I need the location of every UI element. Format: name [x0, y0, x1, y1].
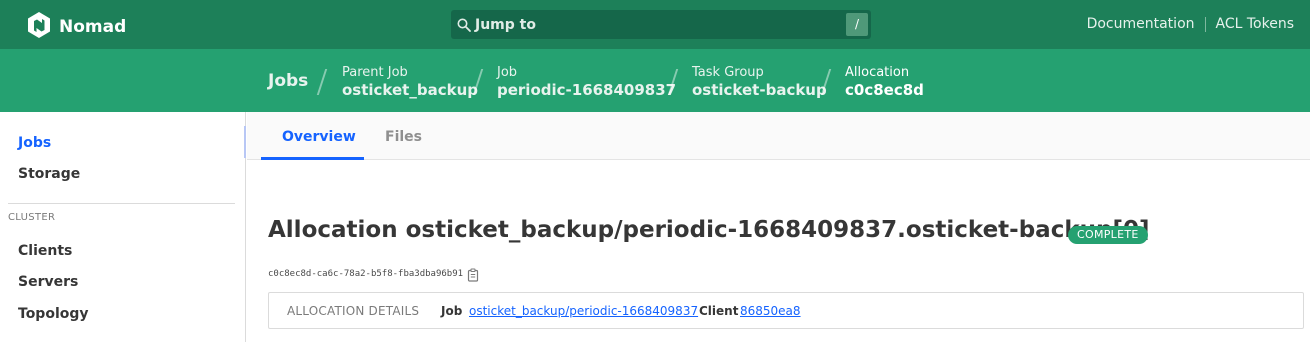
breadcrumb-separator — [821, 69, 831, 95]
breadcrumb: Jobs Parent Job osticket_backup Job peri… — [0, 49, 1310, 112]
active-tab-underline — [261, 157, 364, 160]
tab-bar: Overview Files — [247, 112, 1310, 160]
tab-files[interactable]: Files — [385, 129, 422, 145]
breadcrumb-label: Allocation — [845, 65, 910, 80]
breadcrumb-jobs[interactable]: Jobs — [268, 71, 308, 91]
sidebar-item-servers[interactable]: Servers — [18, 274, 78, 290]
documentation-link[interactable]: Documentation — [1087, 16, 1195, 32]
brand-logo[interactable]: Nomad — [27, 12, 126, 42]
top-links-divider — [1204, 16, 1206, 32]
allocation-details-box: ALLOCATION DETAILS Job osticket_backup/p… — [268, 292, 1304, 329]
top-links: Documentation ACL Tokens — [1087, 16, 1294, 32]
breadcrumb-label: Parent Job — [342, 65, 408, 80]
sidebar-item-clients[interactable]: Clients — [18, 243, 72, 259]
breadcrumb-separator — [473, 69, 483, 95]
breadcrumb-label: Task Group — [692, 65, 764, 80]
page-title: Allocation osticket_backup/periodic-1668… — [268, 217, 1150, 243]
breadcrumb-value: periodic-1668409837 — [497, 81, 677, 99]
breadcrumb-separator — [668, 69, 678, 95]
search-icon — [457, 18, 471, 32]
sidebar-item-storage[interactable]: Storage — [18, 166, 80, 182]
sidebar-heading-cluster: CLUSTER — [8, 212, 56, 223]
top-navbar: Nomad Jump to / Documentation ACL Tokens — [0, 0, 1310, 49]
status-badge: COMPLETE — [1068, 226, 1148, 244]
allocation-id: c0c8ec8d-ca6c-78a2-b5f8-fba3dba96b91 — [268, 269, 464, 279]
nomad-logo-icon — [27, 12, 51, 42]
search-shortcut-key: / — [846, 13, 868, 36]
search-placeholder: Jump to — [475, 16, 536, 33]
breadcrumb-job[interactable]: Job periodic-1668409837 — [497, 65, 676, 100]
breadcrumb-value: osticket-backup — [692, 81, 827, 99]
client-link[interactable]: 86850ea8 — [740, 304, 801, 318]
sidebar-divider — [8, 203, 235, 204]
breadcrumb-allocation[interactable]: Allocation c0c8ec8d — [845, 65, 924, 100]
brand-name: Nomad — [59, 17, 127, 37]
allocation-details-heading: ALLOCATION DETAILS — [287, 304, 420, 318]
sidebar-active-indicator — [244, 126, 246, 158]
sidebar: Jobs Storage CLUSTER Clients Servers Top… — [0, 112, 246, 342]
breadcrumb-value: osticket_backup — [342, 81, 478, 99]
tab-overview[interactable]: Overview — [282, 129, 356, 145]
sidebar-item-jobs[interactable]: Jobs — [18, 135, 51, 151]
client-label: Client — [699, 304, 739, 318]
breadcrumb-separator — [317, 69, 327, 95]
sidebar-item-topology[interactable]: Topology — [18, 306, 89, 322]
job-link[interactable]: osticket_backup/periodic-1668409837 — [469, 304, 698, 318]
breadcrumb-parent-job[interactable]: Parent Job osticket_backup — [342, 65, 478, 100]
breadcrumb-task-group[interactable]: Task Group osticket-backup — [692, 65, 827, 100]
job-label: Job — [441, 304, 463, 318]
search-input[interactable]: Jump to / — [451, 10, 871, 39]
copy-icon[interactable] — [466, 267, 480, 282]
acl-tokens-link[interactable]: ACL Tokens — [1216, 16, 1294, 32]
breadcrumb-label: Job — [497, 65, 518, 80]
breadcrumb-value: c0c8ec8d — [845, 81, 924, 99]
